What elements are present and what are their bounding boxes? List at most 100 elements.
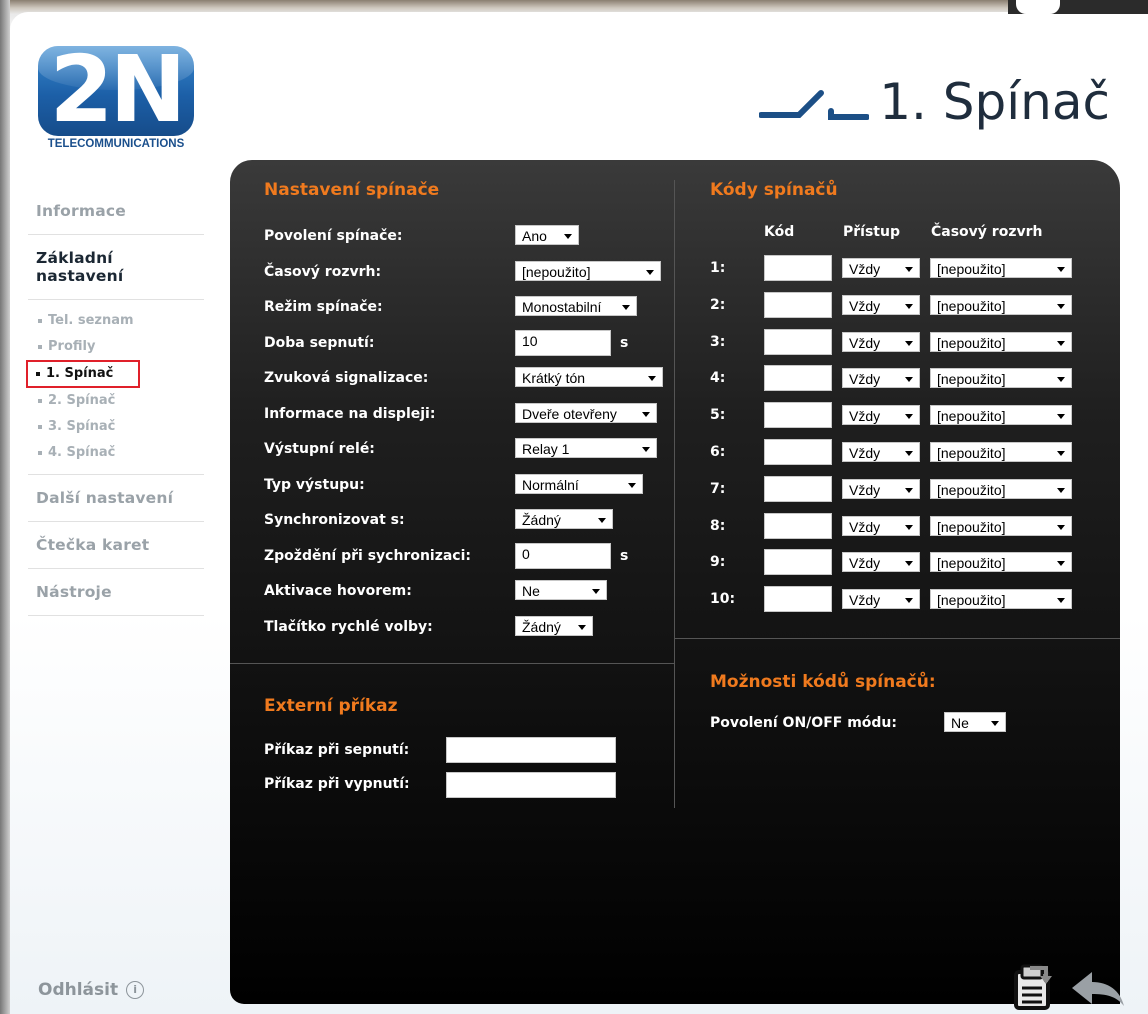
access-select[interactable]: Vždy: [842, 515, 920, 536]
chevron-down-icon: [648, 376, 656, 381]
chevron-down-icon: [905, 561, 913, 567]
page-title: 1. Spínač: [879, 73, 1110, 131]
schedule-select[interactable]: [nepoužito]: [930, 515, 1072, 536]
logo-subtitle: TELECOMMUNICATIONS: [47, 138, 185, 150]
access-select[interactable]: Vždy: [842, 552, 920, 573]
chevron-down-icon: [905, 267, 913, 272]
logout-link[interactable]: Odhlásit i: [38, 980, 145, 1000]
code-input[interactable]: [764, 439, 832, 465]
access-select[interactable]: Vždy: [842, 478, 920, 499]
code-row-number: 6:: [710, 444, 726, 460]
setting-select[interactable]: Žádný: [515, 509, 613, 529]
code-row-number: 3:: [710, 333, 726, 350]
code-input[interactable]: [764, 549, 832, 576]
code-input[interactable]: [764, 586, 832, 613]
access-select[interactable]: Vždy: [842, 589, 920, 610]
schedule-select[interactable]: [nepoužito]: [930, 331, 1072, 352]
logo-badge: 2N: [38, 46, 194, 136]
setting-label: Typ výstupu:: [264, 476, 365, 493]
setting-select[interactable]: Dveře otevřeny: [515, 402, 657, 423]
chevron-down-icon: [1057, 340, 1065, 346]
code-row-number: 9:: [710, 554, 726, 571]
setting-input[interactable]: 0: [515, 542, 611, 569]
chevron-down-icon: [905, 414, 913, 420]
onoff-mode-select[interactable]: Ne: [944, 712, 1006, 732]
schedule-select[interactable]: [nepoužito]: [930, 294, 1072, 315]
column-header-access: Přístup: [843, 224, 900, 240]
setting-input[interactable]: 10: [515, 329, 611, 356]
code-input[interactable]: [764, 402, 832, 429]
code-options-title: Možnosti kódů spínačů:: [710, 672, 936, 692]
setting-select[interactable]: Monostabilní: [515, 296, 637, 316]
schedule-select[interactable]: [nepoužito]: [930, 589, 1072, 610]
sidebar-subitem-profily[interactable]: Profily: [28, 334, 204, 360]
schedule-select[interactable]: [nepoužito]: [930, 552, 1072, 573]
setting-label: Zvuková signalizace:: [264, 370, 429, 386]
back-arrow-icon[interactable]: [1070, 968, 1126, 1008]
section-divider: [230, 663, 674, 664]
chevron-down-icon: [1057, 414, 1065, 420]
sidebar-subitem-spinac-3[interactable]: 3. Spínač: [28, 414, 204, 440]
chevron-down-icon: [1057, 377, 1065, 383]
unit-label: s: [620, 334, 629, 351]
code-row-number: 1:: [710, 260, 726, 276]
divider: [28, 568, 204, 569]
code-input[interactable]: [764, 512, 832, 539]
section-divider: [674, 638, 1120, 639]
chevron-down-icon: [1057, 598, 1065, 604]
schedule-select[interactable]: [nepoužito]: [930, 442, 1072, 462]
access-select[interactable]: Vždy: [842, 258, 920, 278]
chevron-down-icon: [905, 303, 913, 309]
setting-select[interactable]: Ne: [515, 580, 607, 600]
chevron-down-icon: [1057, 267, 1065, 272]
bullet-icon: [38, 345, 42, 349]
sidebar-item-nastroje[interactable]: Nástroje: [28, 577, 204, 607]
setting-select[interactable]: Ano: [515, 225, 579, 245]
sidebar-item-dalsi-nastaveni[interactable]: Další nastavení: [28, 483, 204, 513]
setting-select[interactable]: Žádný: [515, 615, 593, 636]
chevron-down-icon: [1057, 561, 1065, 567]
schedule-select[interactable]: [nepoužito]: [930, 478, 1072, 499]
access-select[interactable]: Vždy: [842, 442, 920, 462]
setting-select[interactable]: Normální: [515, 473, 643, 494]
chevron-down-icon: [1057, 524, 1065, 530]
sidebar-item-informace[interactable]: Informace: [28, 196, 204, 226]
top-frame-notch: [1016, 0, 1060, 14]
sidebar-subitem-spinac-4[interactable]: 4. Spínač: [28, 440, 204, 466]
save-icon[interactable]: [1012, 962, 1056, 1010]
access-select[interactable]: Vždy: [842, 294, 920, 315]
bullet-icon: [38, 399, 42, 403]
schedule-select[interactable]: [nepoužito]: [930, 368, 1072, 389]
schedule-select[interactable]: [nepoužito]: [930, 258, 1072, 278]
code-input[interactable]: [764, 291, 832, 318]
chevron-down-icon: [642, 411, 650, 417]
code-input[interactable]: [764, 365, 832, 392]
schedule-select[interactable]: [nepoužito]: [930, 405, 1072, 426]
code-input[interactable]: [764, 255, 832, 281]
sidebar-subitem-spinac-1[interactable]: 1. Spínač: [26, 360, 140, 388]
sidebar-subitem-tel-seznam[interactable]: Tel. seznam: [28, 308, 204, 334]
sidebar-item-zakladni-nastaveni[interactable]: Základní nastavení: [28, 243, 204, 291]
off-command-label: Příkaz při vypnutí:: [264, 776, 410, 792]
setting-label: Režim spínače:: [264, 299, 383, 315]
code-input[interactable]: [764, 328, 832, 355]
divider: [28, 299, 204, 300]
access-select[interactable]: Vždy: [842, 331, 920, 352]
divider: [28, 474, 204, 475]
access-select[interactable]: Vždy: [842, 368, 920, 389]
settings-panel: Nastavení spínače Povolení spínače: Ano Ča…: [230, 160, 1120, 1004]
setting-select[interactable]: Krátký tón: [515, 367, 663, 387]
setting-select[interactable]: Relay 1: [515, 438, 657, 458]
access-select[interactable]: Vždy: [842, 405, 920, 426]
setting-select[interactable]: [nepoužito]: [515, 260, 661, 281]
column-header-schedule: Časový rozvrh: [931, 224, 1043, 240]
external-section-title: Externí příkaz: [264, 696, 398, 716]
sidebar-item-ctecka-karet[interactable]: Čtečka karet: [28, 530, 204, 560]
sidebar-subitem-spinac-2[interactable]: 2. Spínač: [28, 388, 204, 414]
column-divider: [674, 180, 675, 808]
on-command-input[interactable]: [446, 737, 616, 763]
code-input[interactable]: [764, 475, 832, 502]
setting-label: Synchronizovat s:: [264, 512, 405, 528]
off-command-input[interactable]: [446, 772, 616, 798]
chevron-down-icon: [905, 487, 913, 493]
